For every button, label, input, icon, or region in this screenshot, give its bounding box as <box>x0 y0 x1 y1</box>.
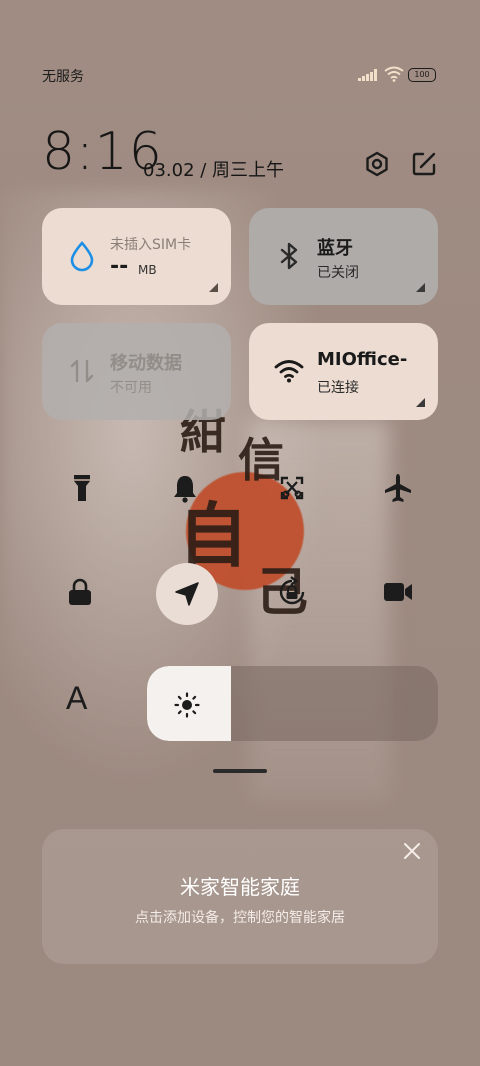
carrier-label: 无服务 <box>42 69 84 85</box>
wifi-icon <box>274 360 304 383</box>
battery-indicator: 100 <box>408 68 436 82</box>
flashlight-toggle[interactable] <box>52 458 112 518</box>
airplane-mode-toggle[interactable] <box>368 458 428 518</box>
screenshot-icon <box>280 476 304 500</box>
mobile-data-status: 不可用 <box>110 380 152 396</box>
bluetooth-tile[interactable]: 蓝牙 已关闭 <box>249 208 438 305</box>
mobile-data-arrows-icon <box>70 359 94 383</box>
video-camera-icon <box>384 583 412 601</box>
rotate-lock-icon <box>279 576 305 605</box>
location-arrow-icon <box>175 582 199 606</box>
clock-date: 03.02 / 周三上午 <box>143 160 285 181</box>
sim-status-label: 未插入SIM卡 <box>110 237 192 253</box>
expand-corner-icon <box>416 283 425 292</box>
mi-home-subtitle: 点击添加设备，控制您的智能家居 <box>135 910 345 926</box>
mobile-data-title: 移动数据 <box>110 353 182 374</box>
status-bar: 无服务 100 <box>0 60 480 90</box>
screen-recorder-toggle[interactable] <box>368 562 428 622</box>
expand-corner-icon <box>416 398 425 407</box>
silent-toggle[interactable] <box>155 458 215 518</box>
bell-icon <box>174 476 196 503</box>
signal-icon <box>358 69 378 81</box>
brightness-slider[interactable] <box>147 666 438 741</box>
drag-handle[interactable] <box>213 769 267 773</box>
wifi-status: 已连接 <box>317 380 359 396</box>
sun-icon <box>174 692 200 718</box>
auto-rotate-toggle[interactable] <box>262 562 322 622</box>
expand-corner-icon <box>209 283 218 292</box>
font-size-button[interactable]: A <box>66 680 87 717</box>
wifi-network-name: MIOffice- <box>317 349 408 370</box>
airplane-icon <box>385 474 411 502</box>
data-usage-value: -- <box>110 254 129 279</box>
mobile-data-tile[interactable]: 移动数据 不可用 <box>42 323 231 420</box>
mi-home-card[interactable]: 米家智能家庭 点击添加设备，控制您的智能家居 <box>42 829 438 964</box>
water-drop-icon <box>70 241 94 272</box>
settings-icon[interactable] <box>363 150 391 178</box>
close-icon[interactable] <box>402 841 422 861</box>
screenshot-toggle[interactable] <box>262 458 322 518</box>
bluetooth-status: 已关闭 <box>317 265 359 281</box>
wifi-status-icon <box>384 66 404 82</box>
mi-home-title: 米家智能家庭 <box>180 875 300 899</box>
location-toggle[interactable] <box>156 563 218 625</box>
data-usage-unit: MB <box>138 263 157 277</box>
edit-icon[interactable] <box>410 150 438 178</box>
bluetooth-title: 蓝牙 <box>317 238 353 259</box>
wifi-tile[interactable]: MIOffice- 已连接 <box>249 323 438 420</box>
flashlight-icon <box>74 475 90 501</box>
lock-icon <box>69 578 91 605</box>
sim-data-usage-tile[interactable]: 未插入SIM卡 -- MB <box>42 208 231 305</box>
lock-screen-toggle[interactable] <box>50 562 110 622</box>
bluetooth-icon <box>280 242 298 270</box>
